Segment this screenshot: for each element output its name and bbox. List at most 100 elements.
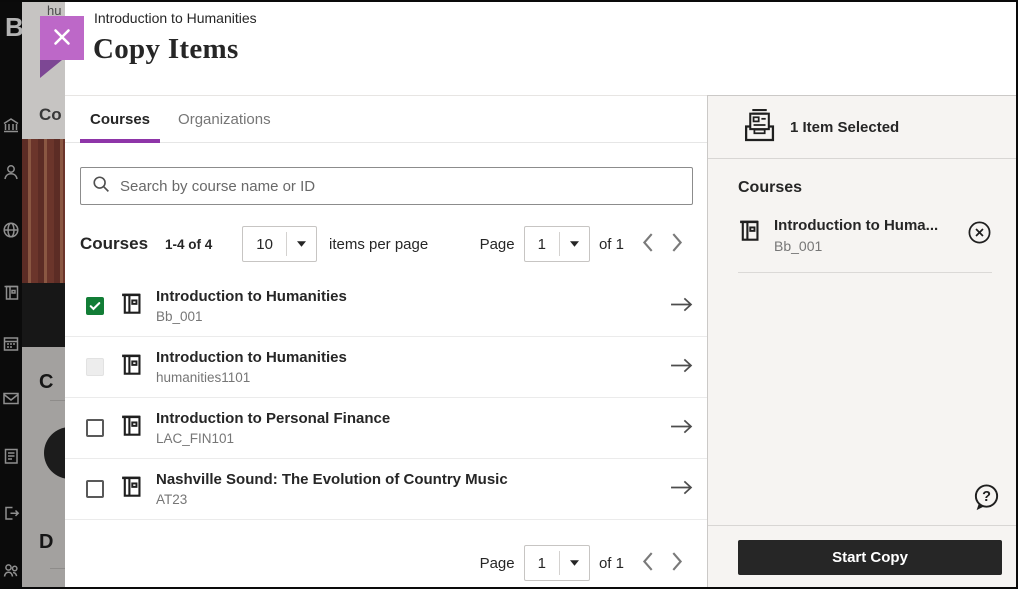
course-checkbox[interactable] (86, 480, 104, 498)
globe-icon[interactable] (2, 221, 20, 239)
course-row: Nashville Sound: The Evolution of Countr… (65, 459, 707, 520)
course-banner-shade (22, 283, 65, 347)
list-title: Courses (80, 234, 148, 254)
page-label: Page (480, 236, 515, 253)
profile-icon[interactable] (2, 163, 20, 181)
selection-summary: 1 Item Selected (708, 96, 1018, 159)
course-title: Introduction to Personal Finance (156, 410, 669, 429)
course-banner-image (22, 139, 65, 283)
page-label: Page (480, 555, 515, 572)
course-info: Introduction to Humanities humanities110… (156, 349, 669, 385)
dimmed-background: hu Co C D (22, 0, 65, 589)
list-header: Courses 1-4 of 4 10 items per page Page … (80, 226, 684, 262)
chevron-right-icon (671, 551, 684, 575)
next-page-button[interactable] (671, 551, 684, 575)
selection-footer: Start Copy (708, 525, 1018, 589)
tab-courses[interactable]: Courses (80, 96, 160, 142)
selection-body: Courses Introduction to Huma... Bb_001 ? (708, 159, 1018, 525)
open-course-button[interactable] (669, 478, 694, 500)
course-icon (120, 413, 143, 443)
divider (50, 400, 65, 401)
selected-item-info: Introduction to Huma... Bb_001 (774, 217, 967, 254)
page-of-label: of 1 (599, 236, 624, 253)
courses-icon[interactable] (2, 283, 20, 301)
page-value: 1 (525, 546, 559, 580)
tab-bar: Courses Organizations (65, 96, 707, 143)
search-box[interactable] (80, 167, 693, 205)
context-course-title: Introduction to Humanities (94, 10, 257, 26)
previous-page-button[interactable] (641, 551, 654, 575)
arrow-right-icon (669, 478, 694, 500)
next-page-button[interactable] (671, 232, 684, 256)
selected-item-title: Introduction to Huma... (774, 217, 967, 236)
course-icon (120, 291, 143, 321)
blackboard-logo: B (5, 12, 22, 43)
course-info: Introduction to Personal Finance LAC_FIN… (156, 410, 669, 446)
page-size-select[interactable]: 10 (242, 226, 317, 262)
close-button[interactable] (40, 16, 84, 60)
course-row: Introduction to Humanities humanities110… (65, 337, 707, 398)
divider (50, 568, 65, 569)
institution-icon[interactable] (2, 116, 20, 134)
previous-page-button[interactable] (641, 232, 654, 256)
groups-icon[interactable] (2, 561, 20, 579)
dialog-header: Introduction to Humanities Copy Items (65, 0, 1018, 95)
copy-items-dialog: B hu Co C D Introduction to Humanities C… (0, 0, 1018, 589)
course-checkbox-checked[interactable] (86, 297, 104, 315)
page-title: Copy Items (93, 33, 239, 66)
open-course-button[interactable] (669, 295, 694, 317)
messages-icon[interactable] (2, 389, 20, 407)
open-course-button[interactable] (669, 356, 694, 378)
tab-organizations-label: Organizations (178, 111, 271, 128)
remove-selected-item-button[interactable] (967, 220, 992, 248)
close-icon (52, 27, 72, 50)
course-title: Introduction to Humanities (156, 288, 669, 307)
arrow-right-icon (669, 417, 694, 439)
base-navigation-sidebar: B (0, 0, 22, 589)
items-selected-count: 1 Item Selected (790, 119, 899, 136)
page-value: 1 (525, 227, 559, 261)
background-heading-fragment: Co (39, 105, 62, 125)
selected-item-id: Bb_001 (774, 238, 967, 254)
items-per-page-label: items per page (329, 236, 428, 253)
page-size-value: 10 (243, 227, 286, 261)
background-heading-fragment: D (39, 531, 53, 554)
selection-section-title: Courses (738, 179, 992, 197)
tab-organizations[interactable]: Organizations (168, 96, 281, 142)
calendar-icon[interactable] (2, 334, 20, 352)
course-title: Nashville Sound: The Evolution of Countr… (156, 471, 669, 490)
course-picker-panel: Courses Organizations Courses 1-4 of 4 1… (65, 95, 707, 589)
course-id: humanities1101 (156, 370, 669, 385)
chevron-left-icon (641, 232, 654, 256)
course-id: LAC_FIN101 (156, 431, 669, 446)
tab-courses-label: Courses (90, 111, 150, 128)
bottom-pagination: Page 1 of 1 (65, 545, 684, 581)
page-of-label: of 1 (599, 555, 624, 572)
search-input[interactable] (120, 178, 681, 195)
open-course-button[interactable] (669, 417, 694, 439)
course-checkbox[interactable] (86, 419, 104, 437)
course-id: Bb_001 (156, 309, 669, 324)
course-info: Nashville Sound: The Evolution of Countr… (156, 471, 669, 507)
course-info: Introduction to Humanities Bb_001 (156, 288, 669, 324)
avatar (44, 427, 65, 479)
start-copy-button[interactable]: Start Copy (738, 540, 1002, 575)
selection-panel: 1 Item Selected Courses Introduction to … (707, 95, 1018, 589)
course-row: Introduction to Personal Finance LAC_FIN… (65, 398, 707, 459)
caret-down-icon (560, 227, 589, 261)
help-button[interactable]: ? (972, 483, 1001, 515)
page-select[interactable]: 1 (524, 226, 590, 262)
items-selected-icon (742, 107, 775, 148)
page-select[interactable]: 1 (524, 545, 590, 581)
grades-icon[interactable] (2, 447, 20, 465)
result-range: 1-4 of 4 (165, 237, 212, 252)
course-id: AT23 (156, 492, 669, 507)
sign-out-icon[interactable] (2, 504, 20, 522)
background-page: C D (22, 347, 65, 589)
course-icon (120, 352, 143, 382)
close-button-ribbon-tail (40, 60, 62, 78)
svg-text:?: ? (982, 489, 991, 505)
course-checkbox-disabled (86, 358, 104, 376)
course-row: Introduction to Humanities Bb_001 (65, 276, 707, 337)
caret-down-icon (560, 546, 589, 580)
